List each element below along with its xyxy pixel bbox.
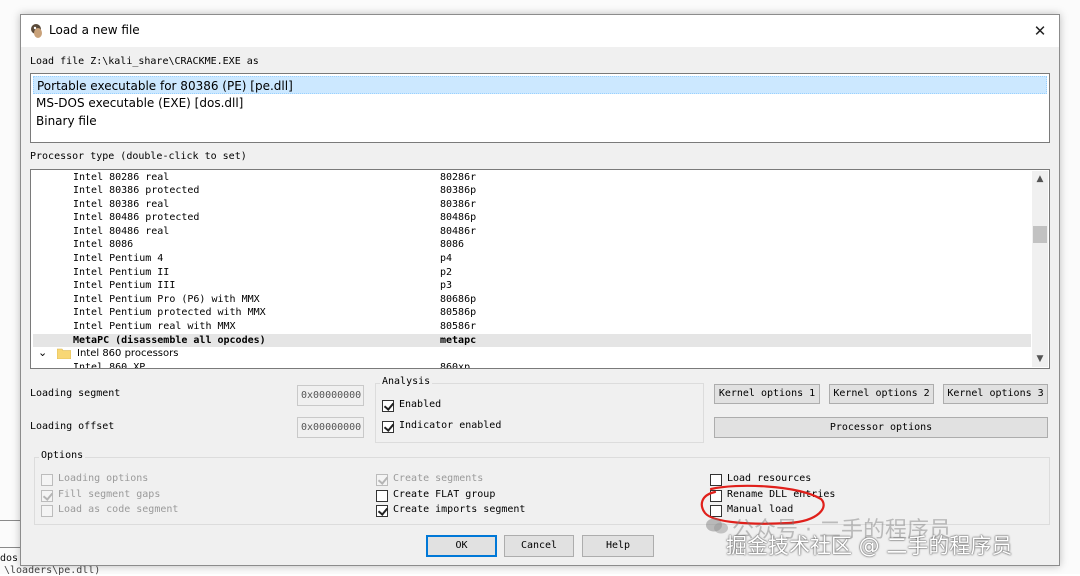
fill-segment-gaps-label: Fill segment gaps bbox=[58, 489, 161, 500]
create-imports-segment-checkbox[interactable] bbox=[376, 505, 389, 517]
create-imports-segment-label: Create imports segment bbox=[393, 504, 526, 515]
file-type-item[interactable]: MS-DOS executable (EXE) [dos.dll] bbox=[33, 94, 243, 112]
vertical-scrollbar[interactable]: ▲ ▼ bbox=[1032, 171, 1048, 367]
loading-offset-input[interactable]: 0x00000000 bbox=[297, 417, 364, 438]
background-text: \loaders\pe.dll) bbox=[4, 565, 101, 576]
processor-group-row[interactable]: ⌄ Intel 860 processors bbox=[33, 346, 1031, 360]
processor-row[interactable]: Intel Pentium II p2 bbox=[33, 266, 1031, 279]
folder-icon bbox=[57, 348, 71, 359]
file-type-item[interactable]: Portable executable for 80386 (PE) [pe.d… bbox=[33, 76, 1047, 94]
window-title: Load a new file bbox=[49, 23, 140, 37]
fill-segment-gaps-checkbox[interactable] bbox=[41, 490, 54, 502]
processor-row[interactable]: Intel 8086 8086 bbox=[33, 238, 1031, 251]
processor-row[interactable]: Intel 80486 real 80486r bbox=[33, 225, 1031, 238]
options-caption: Options bbox=[39, 450, 86, 461]
create-flat-group-label: Create FLAT group bbox=[393, 489, 496, 500]
wechat-icon bbox=[706, 516, 728, 534]
loading-options-label: Loading options bbox=[58, 473, 149, 484]
file-type-item[interactable]: Binary file bbox=[33, 112, 97, 130]
title-bar[interactable]: Load a new file ✕ bbox=[21, 15, 1059, 47]
ida-app-icon bbox=[31, 24, 42, 38]
loading-segment-label: Loading segment bbox=[30, 388, 121, 399]
help-button[interactable]: Help bbox=[582, 535, 654, 557]
scroll-thumb[interactable] bbox=[1033, 226, 1047, 243]
processor-row[interactable]: Intel Pentium real with MMX 80586r bbox=[33, 320, 1031, 333]
load-as-code-segment-checkbox[interactable] bbox=[41, 505, 53, 517]
loading-offset-label: Loading offset bbox=[30, 421, 115, 432]
load-file-label: Load file Z:\kali_share\CRACKME.EXE as bbox=[30, 56, 259, 67]
processor-row[interactable]: Intel 80286 real 80286r bbox=[33, 171, 1031, 184]
load-as-code-segment-label: Load as code segment bbox=[58, 504, 179, 515]
kernel-options-3-button[interactable]: Kernel options 3 bbox=[943, 384, 1048, 404]
processor-row[interactable]: Intel 80386 protected 80386p bbox=[33, 184, 1031, 197]
kernel-options-1-button[interactable]: Kernel options 1 bbox=[714, 384, 820, 404]
background-divider bbox=[0, 547, 20, 548]
file-type-list[interactable]: Portable executable for 80386 (PE) [pe.d… bbox=[30, 73, 1050, 143]
loading-options-checkbox[interactable] bbox=[41, 474, 53, 486]
processor-row[interactable]: Intel Pentium protected with MMX 80586p bbox=[33, 306, 1031, 319]
analysis-group bbox=[375, 383, 704, 443]
processor-row[interactable]: Intel 860 XP 860xp bbox=[33, 361, 1031, 368]
indicator-enabled-label: Indicator enabled bbox=[399, 420, 502, 431]
analysis-caption: Analysis bbox=[380, 376, 433, 387]
analysis-enabled-label: Enabled bbox=[399, 399, 442, 410]
create-segments-label: Create segments bbox=[393, 473, 484, 484]
processor-options-button[interactable]: Processor options bbox=[714, 417, 1048, 438]
scroll-up-icon[interactable]: ▲ bbox=[1032, 171, 1048, 187]
processor-row[interactable]: Intel Pentium III p3 bbox=[33, 279, 1031, 292]
processor-row[interactable]: Intel Pentium 4 p4 bbox=[33, 252, 1031, 265]
load-file-dialog: Load a new file ✕ Load file Z:\kali_shar… bbox=[20, 14, 1060, 566]
create-segments-checkbox[interactable] bbox=[376, 474, 389, 486]
analysis-enabled-checkbox[interactable] bbox=[382, 400, 395, 412]
processor-row-selected[interactable]: MetaPC (disassemble all opcodes) metapc bbox=[33, 334, 1031, 347]
create-flat-group-checkbox[interactable] bbox=[376, 490, 388, 502]
background-divider bbox=[0, 520, 20, 521]
background-text: dos bbox=[0, 553, 19, 564]
watermark-bottom: 掘金技术社区 @ 二手的程序员 bbox=[726, 534, 1013, 558]
processor-row[interactable]: Intel 80386 real 80386r bbox=[33, 198, 1031, 211]
processor-row[interactable]: Intel Pentium Pro (P6) with MMX 80686p bbox=[33, 293, 1031, 306]
chevron-down-icon[interactable]: ⌄ bbox=[38, 346, 47, 359]
scroll-down-icon[interactable]: ▼ bbox=[1032, 351, 1048, 367]
processor-type-label: Processor type (double-click to set) bbox=[30, 151, 247, 162]
kernel-options-2-button[interactable]: Kernel options 2 bbox=[829, 384, 934, 404]
processor-list[interactable]: Intel 80286 real 80286r Intel 80386 prote… bbox=[30, 169, 1050, 369]
cancel-button[interactable]: Cancel bbox=[504, 535, 574, 557]
loading-segment-input[interactable]: 0x00000000 bbox=[297, 385, 364, 406]
processor-row[interactable]: Intel 80486 protected 80486p bbox=[33, 211, 1031, 224]
indicator-enabled-checkbox[interactable] bbox=[382, 421, 395, 433]
ok-button[interactable]: OK bbox=[426, 535, 497, 557]
close-icon[interactable]: ✕ bbox=[1021, 15, 1059, 47]
